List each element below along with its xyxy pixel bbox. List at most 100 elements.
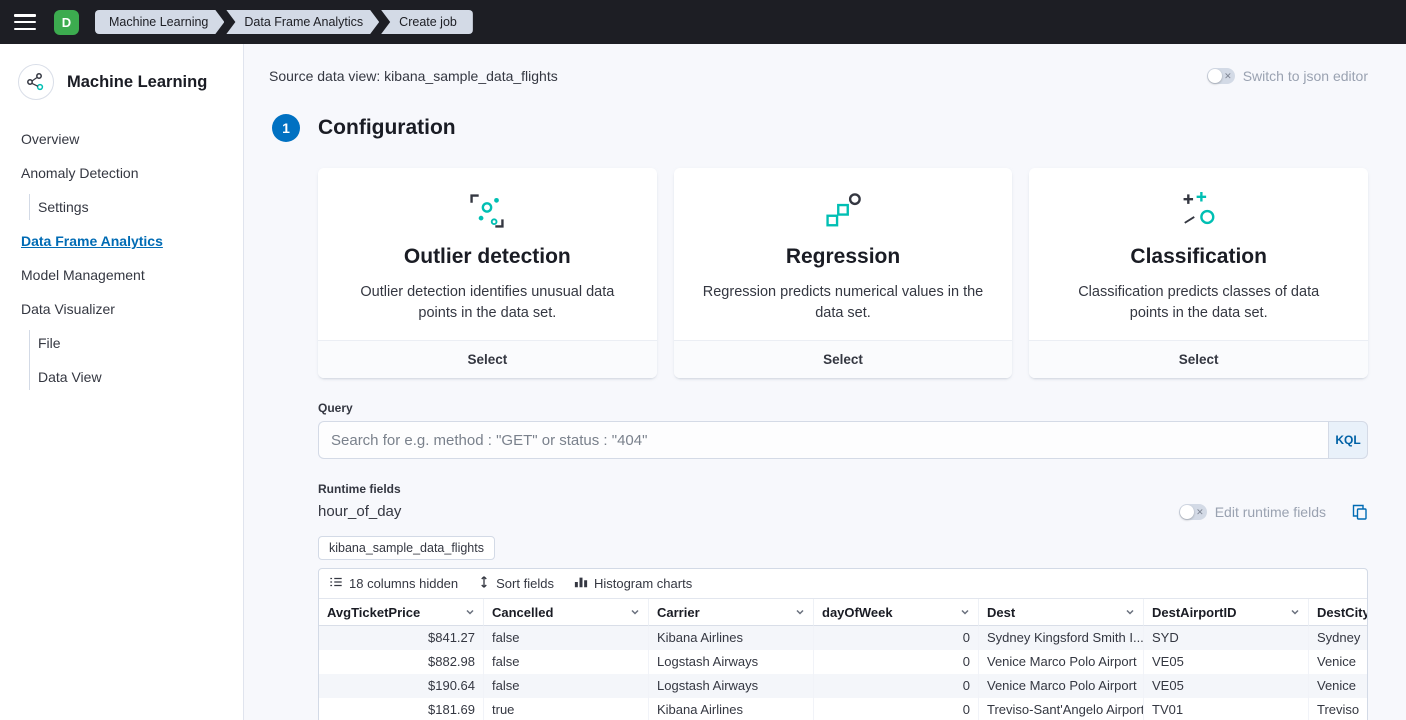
sidebar-nav: Overview Anomaly Detection Settings Data… [0,126,243,390]
column-header-cancelled[interactable]: Cancelled [484,599,649,626]
card-regression[interactable]: Regression Regression predicts numerical… [674,168,1013,378]
grid-cell: Venice [1309,650,1368,674]
runtime-field-name: hour_of_day [318,503,401,520]
columns-hidden-button[interactable]: 18 columns hidden [329,575,458,592]
edit-runtime-fields-label: Edit runtime fields [1215,504,1326,520]
grid-cell: VE05 [1144,650,1309,674]
chevron-down-icon[interactable] [795,607,805,617]
table-row: $190.64 false Logstash Airways 0 Venice … [319,674,1368,698]
query-label: Query [318,401,1368,415]
analysis-type-cards: Outlier detection Outlier detection iden… [318,168,1368,378]
grid-cell: Treviso-Sant'Angelo Airport [979,698,1144,720]
outlier-detection-icon [468,217,506,234]
select-regression-button[interactable]: Select [674,340,1013,378]
histogram-icon [574,575,588,592]
breadcrumb: Machine Learning Data Frame Analytics Cr… [95,10,473,34]
column-header-avgticketprice[interactable]: AvgTicketPrice [319,599,484,626]
machine-learning-app-icon [18,64,54,100]
card-title: Outlier detection [346,245,629,269]
sidebar-item-file[interactable]: File [30,330,243,356]
grid-cell: Kibana Airlines [649,698,814,720]
column-header-destairportid[interactable]: DestAirportID [1144,599,1309,626]
sidebar: Machine Learning Overview Anomaly Detect… [0,44,244,720]
grid-cell: $181.69 [319,698,484,720]
step-title: Configuration [318,116,456,140]
card-description: Regression predicts numerical values in … [702,282,985,324]
card-description: Classification predicts classes of data … [1057,282,1340,324]
grid-cell: Sydney [1309,626,1368,650]
main-content: Source data view: kibana_sample_data_fli… [245,44,1406,720]
column-header-carrier[interactable]: Carrier [649,599,814,626]
sidebar-item-data-visualizer[interactable]: Data Visualizer [0,296,243,322]
columns-icon [329,575,343,592]
select-outlier-detection-button[interactable]: Select [318,340,657,378]
menu-icon[interactable] [14,14,36,30]
sidebar-item-model-management[interactable]: Model Management [0,262,243,288]
sort-fields-button[interactable]: Sort fields [478,575,554,592]
grid-cell: Treviso [1309,698,1368,720]
card-outlier-detection[interactable]: Outlier detection Outlier detection iden… [318,168,657,378]
chevron-down-icon[interactable] [1290,607,1300,617]
runtime-fields-label: Runtime fields [318,482,1368,496]
grid-header-row: AvgTicketPrice Cancelled Carrier dayOfWe… [319,599,1368,626]
select-classification-button[interactable]: Select [1029,340,1368,378]
sidebar-item-data-view[interactable]: Data View [30,364,243,390]
card-title: Regression [702,245,985,269]
toggle-off-icon: ✕ [1224,69,1232,83]
sidebar-item-settings[interactable]: Settings [30,194,243,220]
index-badge: kibana_sample_data_flights [318,536,495,560]
sidebar-item-anomaly-detection[interactable]: Anomaly Detection [0,160,243,186]
grid-cell: false [484,626,649,650]
card-description: Outlier detection identifies unusual dat… [346,282,629,324]
grid-cell: Logstash Airways [649,650,814,674]
app-header: D Machine Learning Data Frame Analytics … [0,0,1406,44]
column-header-destcityname[interactable]: DestCityName [1309,599,1368,626]
data-grid: 18 columns hidden Sort fields [318,568,1368,720]
query-search-input[interactable] [318,421,1328,459]
card-classification[interactable]: Classification Classification predicts c… [1029,168,1368,378]
space-avatar[interactable]: D [54,10,79,35]
sidebar-item-data-frame-analytics[interactable]: Data Frame Analytics [0,228,243,254]
card-title: Classification [1057,245,1340,269]
step-number-badge: 1 [272,114,300,142]
grid-cell: 0 [814,650,979,674]
grid-cell: 0 [814,674,979,698]
grid-cell: Logstash Airways [649,674,814,698]
grid-cell: Sydney Kingsford Smith I... [979,626,1144,650]
column-header-dest[interactable]: Dest [979,599,1144,626]
breadcrumb-create-job[interactable]: Create job [381,10,473,34]
copy-icon[interactable] [1352,504,1368,520]
chevron-down-icon[interactable] [630,607,640,617]
grid-cell: VE05 [1144,674,1309,698]
grid-cell: TV01 [1144,698,1309,720]
grid-cell: $882.98 [319,650,484,674]
chevron-down-icon[interactable] [1125,607,1135,617]
kql-button[interactable]: KQL [1328,421,1368,459]
toggle-off-icon: ✕ [1196,505,1204,519]
grid-cell: true [484,698,649,720]
grid-cell: false [484,674,649,698]
classification-icon [1180,217,1218,234]
column-header-dayofweek[interactable]: dayOfWeek [814,599,979,626]
sidebar-title: Machine Learning [67,73,207,92]
grid-cell: Kibana Airlines [649,626,814,650]
json-editor-toggle[interactable]: ✕ [1207,68,1235,84]
sort-icon [478,575,490,592]
grid-cell: Venice Marco Polo Airport [979,650,1144,674]
breadcrumb-data-frame-analytics[interactable]: Data Frame Analytics [226,10,379,34]
table-row: $841.27 false Kibana Airlines 0 Sydney K… [319,626,1368,650]
json-editor-toggle-label: Switch to json editor [1243,68,1368,84]
breadcrumb-machine-learning[interactable]: Machine Learning [95,10,224,34]
sidebar-item-overview[interactable]: Overview [0,126,243,152]
grid-cell: SYD [1144,626,1309,650]
table-row: $181.69 true Kibana Airlines 0 Treviso-S… [319,698,1368,720]
chevron-down-icon[interactable] [960,607,970,617]
regression-icon [824,217,862,234]
histogram-charts-button[interactable]: Histogram charts [574,575,692,592]
source-data-view-label: Source data view: kibana_sample_data_fli… [269,68,558,84]
grid-cell: false [484,650,649,674]
chevron-down-icon[interactable] [465,607,475,617]
grid-cell: $841.27 [319,626,484,650]
edit-runtime-fields-toggle[interactable]: ✕ [1179,504,1207,520]
table-row: $882.98 false Logstash Airways 0 Venice … [319,650,1368,674]
